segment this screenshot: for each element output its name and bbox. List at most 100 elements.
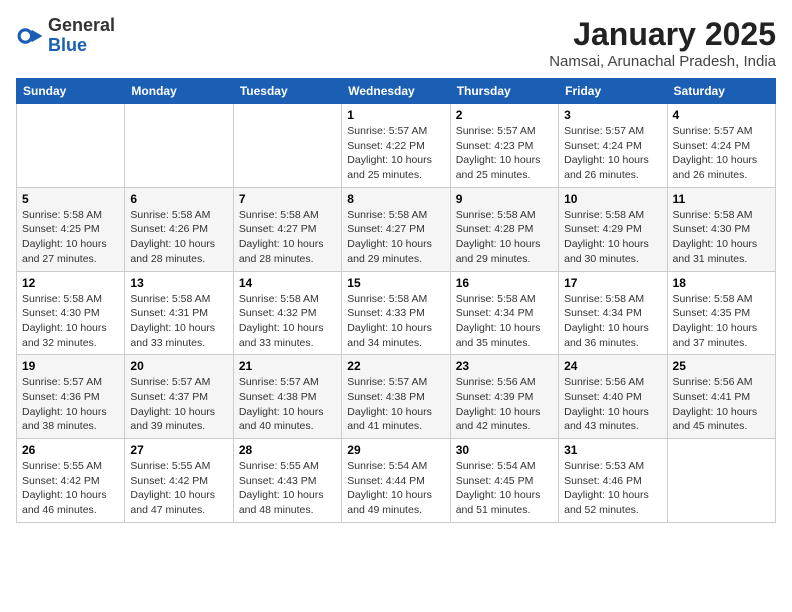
sunset-label: Sunset: 4:41 PM (673, 391, 751, 403)
day-info: Sunrise: 5:58 AM Sunset: 4:30 PM Dayligh… (22, 292, 119, 351)
sunset-label: Sunset: 4:46 PM (564, 475, 642, 487)
day-info: Sunrise: 5:57 AM Sunset: 4:38 PM Dayligh… (239, 375, 336, 434)
day-number: 27 (130, 443, 227, 457)
day-number: 31 (564, 443, 661, 457)
sunrise-label: Sunrise: 5:57 AM (239, 376, 319, 388)
day-info: Sunrise: 5:54 AM Sunset: 4:44 PM Dayligh… (347, 459, 444, 518)
day-info: Sunrise: 5:57 AM Sunset: 4:22 PM Dayligh… (347, 124, 444, 183)
day-of-week-header: Monday (125, 79, 233, 104)
sunset-label: Sunset: 4:24 PM (673, 140, 751, 152)
day-info: Sunrise: 5:58 AM Sunset: 4:29 PM Dayligh… (564, 208, 661, 267)
sunset-label: Sunset: 4:44 PM (347, 475, 425, 487)
day-info: Sunrise: 5:57 AM Sunset: 4:37 PM Dayligh… (130, 375, 227, 434)
day-info: Sunrise: 5:58 AM Sunset: 4:30 PM Dayligh… (673, 208, 770, 267)
calendar-cell: 1 Sunrise: 5:57 AM Sunset: 4:22 PM Dayli… (342, 104, 450, 188)
daylight-label: Daylight: 10 hours and 32 minutes. (22, 322, 107, 349)
calendar-cell: 8 Sunrise: 5:58 AM Sunset: 4:27 PM Dayli… (342, 187, 450, 271)
calendar-cell: 7 Sunrise: 5:58 AM Sunset: 4:27 PM Dayli… (233, 187, 341, 271)
calendar-cell: 16 Sunrise: 5:58 AM Sunset: 4:34 PM Dayl… (450, 271, 558, 355)
day-number: 14 (239, 276, 336, 290)
logo-blue-text: Blue (48, 36, 115, 56)
day-info: Sunrise: 5:58 AM Sunset: 4:31 PM Dayligh… (130, 292, 227, 351)
calendar-title: January 2025 (549, 16, 776, 53)
calendar-week-row: 12 Sunrise: 5:58 AM Sunset: 4:30 PM Dayl… (17, 271, 776, 355)
calendar-week-row: 5 Sunrise: 5:58 AM Sunset: 4:25 PM Dayli… (17, 187, 776, 271)
daylight-label: Daylight: 10 hours and 48 minutes. (239, 489, 324, 516)
sunset-label: Sunset: 4:32 PM (239, 307, 317, 319)
day-info: Sunrise: 5:58 AM Sunset: 4:33 PM Dayligh… (347, 292, 444, 351)
calendar-cell (17, 104, 125, 188)
page-header: General Blue January 2025 Namsai, Arunac… (16, 16, 776, 70)
day-number: 2 (456, 108, 553, 122)
sunrise-label: Sunrise: 5:58 AM (564, 209, 644, 221)
calendar-cell: 31 Sunrise: 5:53 AM Sunset: 4:46 PM Dayl… (559, 439, 667, 523)
calendar-cell: 14 Sunrise: 5:58 AM Sunset: 4:32 PM Dayl… (233, 271, 341, 355)
day-number: 30 (456, 443, 553, 457)
calendar-cell: 18 Sunrise: 5:58 AM Sunset: 4:35 PM Dayl… (667, 271, 775, 355)
calendar-cell: 15 Sunrise: 5:58 AM Sunset: 4:33 PM Dayl… (342, 271, 450, 355)
sunset-label: Sunset: 4:38 PM (239, 391, 317, 403)
sunset-label: Sunset: 4:24 PM (564, 140, 642, 152)
day-number: 26 (22, 443, 119, 457)
day-number: 11 (673, 192, 770, 206)
daylight-label: Daylight: 10 hours and 43 minutes. (564, 406, 649, 433)
day-of-week-header: Thursday (450, 79, 558, 104)
sunrise-label: Sunrise: 5:57 AM (130, 376, 210, 388)
day-info: Sunrise: 5:58 AM Sunset: 4:27 PM Dayligh… (347, 208, 444, 267)
calendar-subtitle: Namsai, Arunachal Pradesh, India (549, 53, 776, 70)
day-info: Sunrise: 5:58 AM Sunset: 4:34 PM Dayligh… (564, 292, 661, 351)
sunrise-label: Sunrise: 5:58 AM (347, 293, 427, 305)
day-info: Sunrise: 5:54 AM Sunset: 4:45 PM Dayligh… (456, 459, 553, 518)
day-number: 22 (347, 359, 444, 373)
sunset-label: Sunset: 4:25 PM (22, 223, 100, 235)
day-info: Sunrise: 5:58 AM Sunset: 4:35 PM Dayligh… (673, 292, 770, 351)
daylight-label: Daylight: 10 hours and 46 minutes. (22, 489, 107, 516)
daylight-label: Daylight: 10 hours and 36 minutes. (564, 322, 649, 349)
sunset-label: Sunset: 4:27 PM (239, 223, 317, 235)
day-info: Sunrise: 5:57 AM Sunset: 4:38 PM Dayligh… (347, 375, 444, 434)
sunset-label: Sunset: 4:36 PM (22, 391, 100, 403)
daylight-label: Daylight: 10 hours and 28 minutes. (130, 238, 215, 265)
day-number: 4 (673, 108, 770, 122)
calendar-cell: 2 Sunrise: 5:57 AM Sunset: 4:23 PM Dayli… (450, 104, 558, 188)
day-number: 9 (456, 192, 553, 206)
sunrise-label: Sunrise: 5:57 AM (564, 125, 644, 137)
calendar-cell: 4 Sunrise: 5:57 AM Sunset: 4:24 PM Dayli… (667, 104, 775, 188)
sunrise-label: Sunrise: 5:57 AM (347, 125, 427, 137)
sunset-label: Sunset: 4:28 PM (456, 223, 534, 235)
sunrise-label: Sunrise: 5:58 AM (130, 209, 210, 221)
sunrise-label: Sunrise: 5:56 AM (673, 376, 753, 388)
day-info: Sunrise: 5:57 AM Sunset: 4:23 PM Dayligh… (456, 124, 553, 183)
daylight-label: Daylight: 10 hours and 39 minutes. (130, 406, 215, 433)
calendar-body: 1 Sunrise: 5:57 AM Sunset: 4:22 PM Dayli… (17, 104, 776, 523)
day-number: 18 (673, 276, 770, 290)
day-number: 20 (130, 359, 227, 373)
day-number: 3 (564, 108, 661, 122)
day-number: 24 (564, 359, 661, 373)
sunrise-label: Sunrise: 5:56 AM (564, 376, 644, 388)
calendar-week-row: 1 Sunrise: 5:57 AM Sunset: 4:22 PM Dayli… (17, 104, 776, 188)
sunset-label: Sunset: 4:42 PM (130, 475, 208, 487)
daylight-label: Daylight: 10 hours and 42 minutes. (456, 406, 541, 433)
daylight-label: Daylight: 10 hours and 45 minutes. (673, 406, 758, 433)
calendar-cell: 9 Sunrise: 5:58 AM Sunset: 4:28 PM Dayli… (450, 187, 558, 271)
daylight-label: Daylight: 10 hours and 49 minutes. (347, 489, 432, 516)
sunrise-label: Sunrise: 5:58 AM (22, 209, 102, 221)
calendar-cell (667, 439, 775, 523)
day-number: 28 (239, 443, 336, 457)
day-info: Sunrise: 5:57 AM Sunset: 4:24 PM Dayligh… (564, 124, 661, 183)
day-info: Sunrise: 5:57 AM Sunset: 4:24 PM Dayligh… (673, 124, 770, 183)
daylight-label: Daylight: 10 hours and 47 minutes. (130, 489, 215, 516)
day-number: 29 (347, 443, 444, 457)
logo-icon (16, 22, 44, 50)
calendar-cell: 30 Sunrise: 5:54 AM Sunset: 4:45 PM Dayl… (450, 439, 558, 523)
day-number: 1 (347, 108, 444, 122)
day-info: Sunrise: 5:55 AM Sunset: 4:42 PM Dayligh… (130, 459, 227, 518)
sunset-label: Sunset: 4:34 PM (564, 307, 642, 319)
day-number: 5 (22, 192, 119, 206)
daylight-label: Daylight: 10 hours and 38 minutes. (22, 406, 107, 433)
calendar-cell: 22 Sunrise: 5:57 AM Sunset: 4:38 PM Dayl… (342, 355, 450, 439)
calendar-cell: 5 Sunrise: 5:58 AM Sunset: 4:25 PM Dayli… (17, 187, 125, 271)
calendar-cell: 6 Sunrise: 5:58 AM Sunset: 4:26 PM Dayli… (125, 187, 233, 271)
daylight-label: Daylight: 10 hours and 27 minutes. (22, 238, 107, 265)
